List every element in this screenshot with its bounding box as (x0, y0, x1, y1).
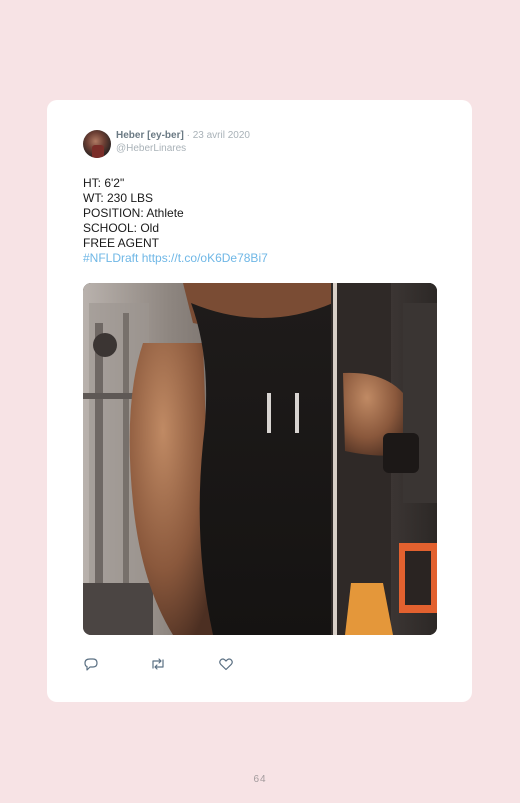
reply-button[interactable] (83, 657, 99, 671)
retweet-icon (152, 658, 164, 670)
header-separator: · (183, 130, 193, 141)
retweet-button[interactable] (150, 657, 166, 671)
tweet-date[interactable]: 23 avril 2020 (193, 130, 250, 141)
tweet-header: Heber [ey-ber] · 23 avril 2020 (116, 130, 250, 142)
tweet-line: WT: 230 LBS (83, 191, 154, 205)
tweet-card: Heber [ey-ber] · 23 avril 2020 @HeberLin… (47, 100, 472, 702)
like-button[interactable] (218, 657, 234, 671)
like-icon (219, 658, 233, 671)
page-number: 64 (253, 774, 267, 785)
tweet-line: FREE AGENT (83, 236, 160, 250)
avatar[interactable] (83, 130, 111, 158)
tweet-line: POSITION: Athlete (83, 206, 184, 220)
reply-icon (84, 658, 98, 671)
photo-gym-selfie-icon (83, 283, 437, 635)
tweet-line: HT: 6'2" (83, 176, 125, 190)
tweet-text: HT: 6'2" WT: 230 LBS POSITION: Athlete S… (83, 176, 268, 266)
author-handle[interactable]: @HeberLinares (116, 143, 186, 155)
tweet-line: SCHOOL: Old (83, 221, 160, 235)
url-link[interactable]: https://t.co/oK6De78Bi7 (142, 251, 268, 265)
hashtag-link[interactable]: #NFLDraft (83, 251, 138, 265)
tweet-photo[interactable] (83, 283, 437, 635)
author-name[interactable]: Heber [ey-ber] (116, 130, 184, 141)
